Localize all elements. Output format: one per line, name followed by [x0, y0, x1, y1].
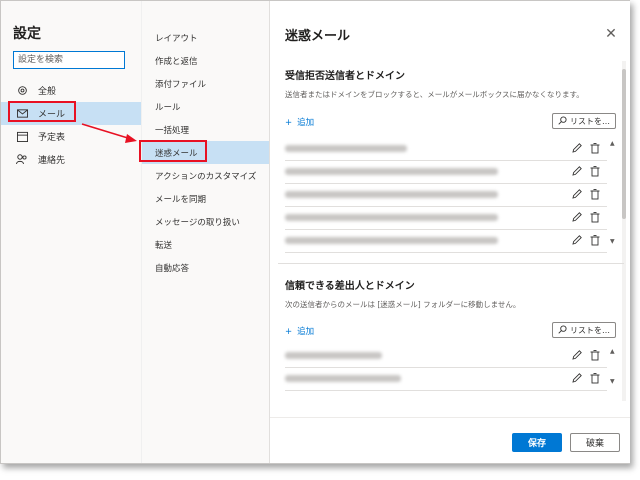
subcategory-sync-email[interactable]: メールを同期: [142, 187, 270, 210]
search-icon: [558, 324, 567, 336]
redacted-address: [285, 375, 401, 382]
close-icon[interactable]: ✕: [604, 27, 618, 41]
settings-dialog: 設定 全般 メール 予定表: [0, 0, 630, 464]
plus-icon: +: [285, 118, 293, 128]
blocked-search-list-button[interactable]: リストを…: [552, 113, 616, 129]
highlight-box-junk-email: [139, 140, 207, 162]
scroll-down-icon[interactable]: ▼: [610, 239, 616, 245]
trusted-senders-description: 次の送信者からのメールは [迷惑メール] フォルダーに移動しません。: [285, 300, 521, 309]
highlight-box-mail: [8, 101, 76, 122]
plus-icon: +: [285, 327, 293, 337]
pencil-icon[interactable]: [571, 165, 583, 177]
blocked-search-list-label: リストを…: [570, 116, 610, 126]
pane-title: 迷惑メール: [285, 29, 351, 44]
subcategory-rules[interactable]: ルール: [142, 95, 270, 118]
subcategory-compose-reply[interactable]: 作成と返信: [142, 49, 270, 72]
category-calendar[interactable]: 予定表: [1, 125, 141, 148]
section-divider: [278, 263, 624, 264]
save-button[interactable]: 保存: [512, 433, 562, 452]
list-item: [285, 230, 607, 253]
redacted-address: [285, 214, 498, 221]
settings-categories-panel: 設定 全般 メール 予定表: [1, 1, 141, 463]
calendar-icon: [15, 130, 29, 144]
category-general-label: 全般: [38, 87, 57, 97]
scroll-down-icon[interactable]: ▼: [610, 379, 616, 385]
redacted-address: [285, 352, 382, 359]
trusted-add-label: 追加: [297, 327, 315, 337]
blocked-add-label: 追加: [297, 118, 315, 128]
trusted-search-list-button[interactable]: リストを…: [552, 322, 616, 338]
footer-divider: [270, 417, 630, 418]
subcategory-message-handling[interactable]: メッセージの取り扱い: [142, 210, 270, 233]
blocked-add-button[interactable]: + 追加: [285, 116, 314, 128]
list-item: [285, 138, 607, 161]
trash-icon[interactable]: [589, 165, 601, 177]
subcategory-attachments[interactable]: 添付ファイル: [142, 72, 270, 95]
gear-icon: [15, 84, 29, 98]
list-item: [285, 184, 607, 207]
junk-email-pane: 迷惑メール ✕ 受信拒否送信者とドメイン 送信者またはドメインをブロックすると、…: [269, 1, 630, 463]
redacted-address: [285, 145, 407, 152]
trash-icon[interactable]: [589, 349, 601, 361]
trash-icon[interactable]: [589, 211, 601, 223]
blocked-list-scrollbar[interactable]: ▲ ▼: [610, 141, 616, 245]
people-icon: [15, 153, 29, 167]
redacted-address: [285, 191, 498, 198]
pane-scrollbar-thumb[interactable]: [622, 69, 626, 219]
trash-icon[interactable]: [589, 372, 601, 384]
category-calendar-label: 予定表: [38, 133, 66, 143]
trusted-senders-list: [285, 345, 607, 391]
trusted-search-list-label: リストを…: [570, 325, 610, 335]
category-general[interactable]: 全般: [1, 79, 141, 102]
blocked-senders-description: 送信者またはドメインをブロックすると、メールがメールボックスに届かなくなります。: [285, 90, 584, 99]
trash-icon[interactable]: [589, 142, 601, 154]
settings-title: 設定: [13, 26, 41, 42]
mail-subcategory-panel: レイアウト 作成と返信 添付ファイル ルール 一括処理 迷惑メール アクションの…: [141, 1, 270, 463]
subcategory-sweep[interactable]: 一括処理: [142, 118, 270, 141]
category-people[interactable]: 連絡先: [1, 148, 141, 171]
trusted-list-scrollbar[interactable]: ▲ ▼: [610, 349, 616, 385]
pencil-icon[interactable]: [571, 142, 583, 154]
pencil-icon[interactable]: [571, 372, 583, 384]
search-icon: [558, 115, 567, 127]
trash-icon[interactable]: [589, 188, 601, 200]
trusted-add-button[interactable]: + 追加: [285, 325, 314, 337]
blocked-senders-list: [285, 138, 607, 253]
pane-scrollbar[interactable]: [622, 61, 626, 401]
subcategory-automatic-replies[interactable]: 自動応答: [142, 256, 270, 279]
pencil-icon[interactable]: [571, 188, 583, 200]
subcategory-layout[interactable]: レイアウト: [142, 26, 270, 49]
list-item: [285, 345, 607, 368]
subcategory-customize-actions[interactable]: アクションのカスタマイズ: [142, 164, 270, 187]
settings-search-input[interactable]: [13, 51, 125, 69]
pencil-icon[interactable]: [571, 349, 583, 361]
trash-icon[interactable]: [589, 234, 601, 246]
blocked-senders-heading: 受信拒否送信者とドメイン: [285, 71, 405, 82]
list-item: [285, 207, 607, 230]
discard-button[interactable]: 破棄: [570, 433, 620, 452]
trusted-senders-heading: 信頼できる差出人とドメイン: [285, 281, 415, 292]
pencil-icon[interactable]: [571, 211, 583, 223]
redacted-address: [285, 237, 498, 244]
list-item: [285, 161, 607, 184]
redacted-address: [285, 168, 498, 175]
category-people-label: 連絡先: [38, 156, 66, 166]
pencil-icon[interactable]: [571, 234, 583, 246]
list-item: [285, 368, 607, 391]
settings-category-nav: 全般 メール 予定表 連絡先: [1, 79, 141, 171]
subcategory-forwarding[interactable]: 転送: [142, 233, 270, 256]
